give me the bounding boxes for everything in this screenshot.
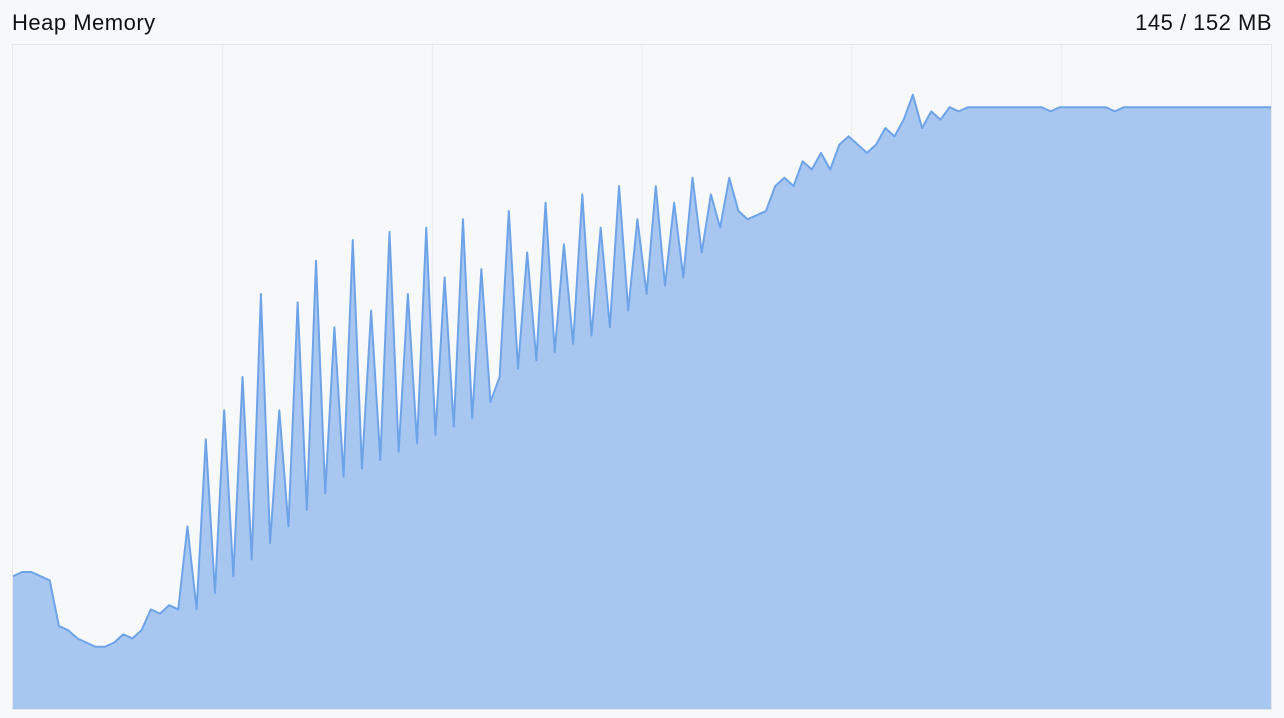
chart-status: 145 / 152 MB bbox=[1135, 10, 1272, 36]
chart-header: Heap Memory 145 / 152 MB bbox=[0, 0, 1284, 44]
chart-title: Heap Memory bbox=[12, 10, 156, 36]
chart-area bbox=[12, 44, 1272, 710]
area-chart-svg bbox=[13, 45, 1271, 709]
